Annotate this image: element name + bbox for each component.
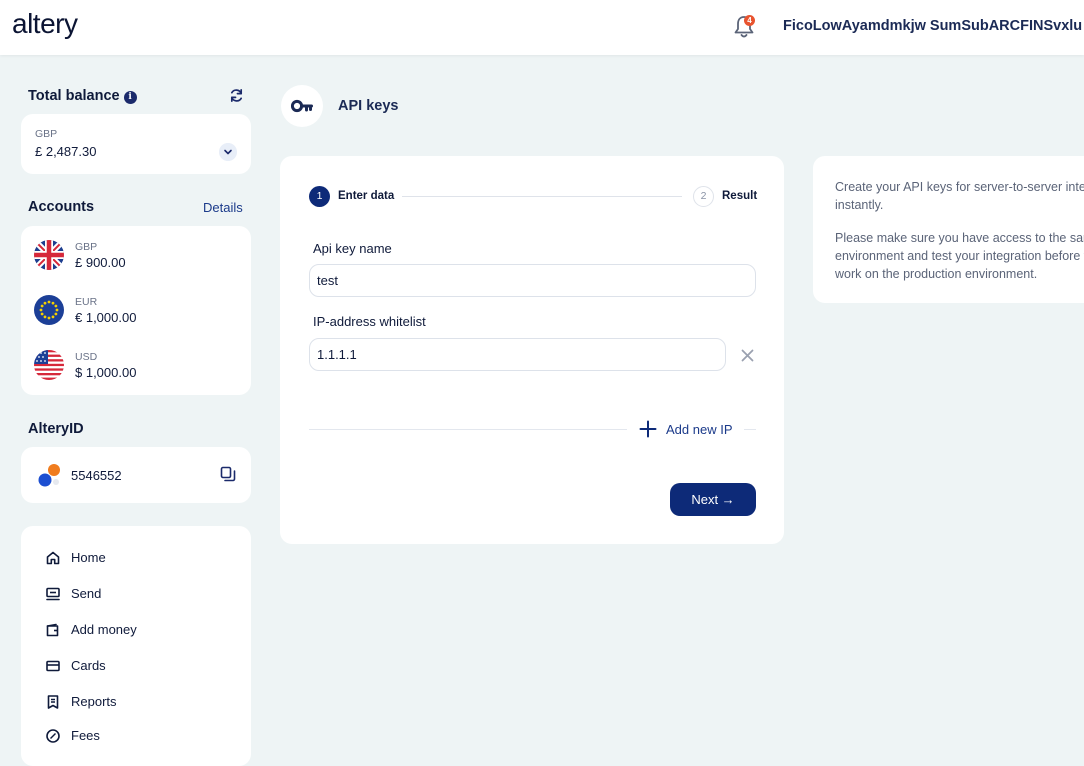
account-currency: USD <box>75 351 98 363</box>
info-panel: Create your API keys for server-to-serve… <box>813 156 1084 303</box>
step-1-label: Enter data <box>338 190 395 202</box>
send-icon <box>46 587 60 601</box>
nav-label: Fees <box>71 728 100 743</box>
info-text-line: instantly. <box>835 198 884 212</box>
balance-card[interactable]: GBP £ 2,487.30 <box>21 114 251 174</box>
account-amount: € 1,000.00 <box>75 310 137 325</box>
info-icon[interactable]: i <box>123 91 137 104</box>
copy-icon[interactable] <box>220 466 236 483</box>
step-2-indicator: 2 <box>693 186 714 207</box>
balance-amount: £ 2,487.30 <box>35 144 97 159</box>
plus-icon <box>639 420 657 438</box>
refresh-icon[interactable] <box>229 88 244 103</box>
top-header: altery 4 FicoLowAyamdmkjw SumSubARCFINSv… <box>0 0 1084 55</box>
us-flag-icon <box>34 350 64 380</box>
info-text-line: Create your API keys for server-to-serve… <box>835 180 1084 194</box>
altery-logo[interactable]: altery <box>12 8 78 40</box>
api-key-name-input[interactable] <box>309 264 756 297</box>
account-currency: GBP <box>75 241 98 253</box>
altery-id-value: 5546552 <box>71 468 122 483</box>
uk-flag-icon <box>34 240 64 270</box>
home-icon <box>46 551 60 565</box>
close-icon[interactable] <box>739 347 756 364</box>
account-row-eur[interactable]: EUR € 1,000.00 <box>34 295 234 327</box>
step-1-indicator: 1 <box>309 186 330 207</box>
page-title: API keys <box>338 98 399 114</box>
account-amount: £ 900.00 <box>75 255 126 270</box>
total-balance-title: Total balance i <box>28 88 137 104</box>
nav-item-home[interactable]: Home <box>45 548 225 568</box>
stepper-line <box>402 196 682 197</box>
wallet-icon <box>46 623 59 637</box>
altery-id-card: 5546552 <box>21 447 251 503</box>
info-text-line: work on the production environment. <box>835 267 1038 281</box>
altery-id-logo-icon <box>38 464 60 487</box>
chevron-down-icon[interactable] <box>219 143 237 161</box>
nav-item-add-money[interactable]: Add money <box>45 620 225 640</box>
account-amount: $ 1,000.00 <box>75 365 137 380</box>
page-icon-container <box>281 85 323 127</box>
info-text-line: Please make sure you have access to the … <box>835 231 1084 245</box>
info-text-line: environment and test your integration be… <box>835 249 1084 263</box>
key-icon <box>291 99 313 113</box>
fees-icon <box>46 729 60 743</box>
step-2-label: Result <box>722 190 758 202</box>
divider-left <box>309 429 627 430</box>
user-name[interactable]: FicoLowAyamdmkjw SumSubARCFINSvxlu <box>783 18 1082 34</box>
account-row-gbp[interactable]: GBP £ 900.00 <box>34 240 234 272</box>
api-key-name-label: Api key name <box>313 241 392 256</box>
accounts-details-link[interactable]: Details <box>203 200 243 215</box>
nav-label: Send <box>71 586 102 601</box>
eu-flag-icon <box>34 295 64 325</box>
nav-item-cards[interactable]: Cards <box>45 656 225 676</box>
balance-currency: GBP <box>35 128 58 140</box>
altery-id-title: AlteryID <box>28 421 84 437</box>
nav-label: Home <box>71 550 106 565</box>
ip-whitelist-label: IP-address whitelist <box>313 314 426 329</box>
report-icon <box>47 695 59 709</box>
nav-label: Add money <box>71 622 137 637</box>
nav-label: Reports <box>71 694 117 709</box>
add-new-ip-label: Add new IP <box>666 422 733 437</box>
nav-label: Cards <box>71 658 106 673</box>
notification-badge: 4 <box>744 15 755 26</box>
accounts-title: Accounts <box>28 199 95 215</box>
account-currency: EUR <box>75 296 98 308</box>
nav-item-reports[interactable]: Reports <box>45 692 225 712</box>
nav-item-send[interactable]: Send <box>45 584 225 604</box>
next-button[interactable]: Next → <box>670 483 756 516</box>
card-icon <box>46 660 60 672</box>
account-row-usd[interactable]: USD $ 1,000.00 <box>34 350 234 382</box>
nav-item-fees[interactable]: Fees <box>45 726 225 746</box>
ip-address-input[interactable] <box>309 338 726 371</box>
add-new-ip-button[interactable]: Add new IP <box>638 418 748 440</box>
